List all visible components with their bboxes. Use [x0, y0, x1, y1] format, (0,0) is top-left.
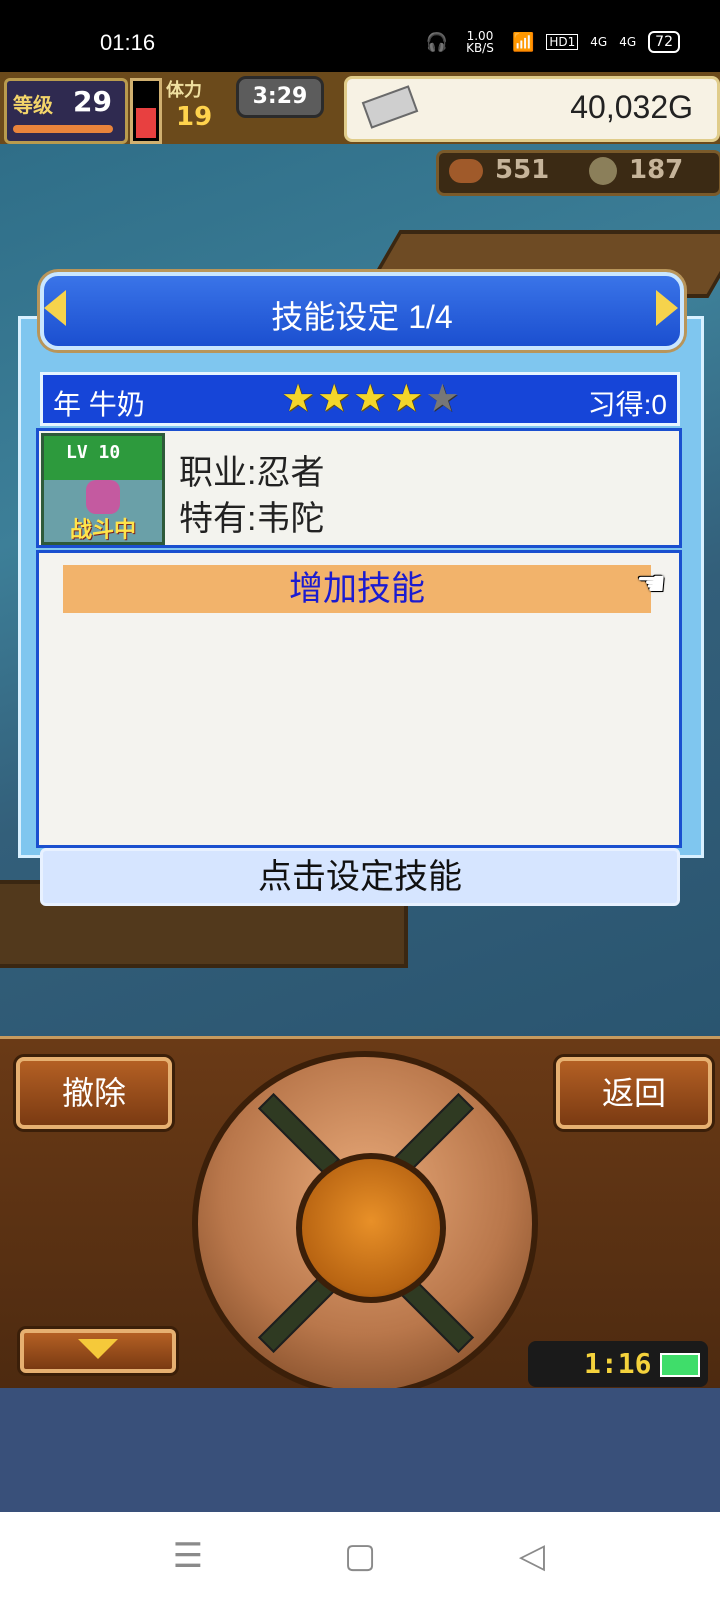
money-value: 40,032G [570, 89, 693, 125]
headphones-icon: 🎧 [425, 31, 448, 53]
dialog-header: 技能设定 1/4 [40, 272, 684, 350]
stamina-value: 19 [176, 102, 213, 132]
portrait-level: LV 10 [66, 442, 121, 463]
game-clock-time: 1:16 [584, 1347, 652, 1380]
navigation-bar: ☰ ▢ ◁ [0, 1512, 720, 1600]
dialog-title: 技能设定 1/4 [271, 299, 453, 335]
hd-badge: HD1 [546, 34, 579, 50]
star-icon: ★ [425, 376, 460, 420]
status-icons: 🎧 1.00 KB/S 📶 HD1 4G 4G 72 [426, 30, 680, 54]
home-icon[interactable]: ▢ [340, 1538, 380, 1574]
money-box: 40,032G [344, 76, 720, 142]
status-bar: 01:16 🎧 1.00 KB/S 📶 HD1 4G 4G 72 [0, 0, 720, 72]
net-speed: 1.00 KB/S [466, 29, 494, 55]
dpad[interactable] [192, 1051, 538, 1397]
battery-icon: 72 [648, 31, 680, 53]
money-icon [361, 85, 419, 129]
signal-icon: 4G [590, 35, 608, 49]
character-portrait: LV 10 战斗中 [41, 433, 165, 545]
add-skill-item[interactable]: 增加技能 [63, 565, 651, 613]
battery-icon [660, 1353, 700, 1377]
menu-icon[interactable]: ☰ [168, 1538, 208, 1574]
dpad-divider [257, 1092, 341, 1176]
wifi-icon: 📶 [511, 31, 535, 53]
ninja-sprite-icon [86, 480, 120, 514]
level-value: 29 [73, 85, 112, 118]
stamina-gauge [130, 78, 162, 144]
game-clock: 1:16 [528, 1341, 708, 1387]
character-special: 特有:韦陀 [179, 500, 325, 538]
signal-icon: 4G [619, 35, 637, 49]
resource-bar: 551 187 [436, 150, 720, 196]
remove-button[interactable]: 撤除 [16, 1057, 172, 1129]
star-icon: ★ [389, 376, 424, 420]
control-panel: 撤除 返回 1:16 [0, 1036, 720, 1397]
material-value: 187 [629, 155, 684, 185]
portrait-status: 战斗中 [69, 518, 136, 543]
character-bar: 年 牛奶 ★ ★ ★ ★ ★ 习得:0 [40, 372, 680, 426]
stamina-label: 体力 [166, 80, 202, 101]
level-box: 等级 29 [4, 78, 128, 144]
empty-area [0, 1388, 720, 1512]
character-job: 职业:忍者 [179, 454, 325, 492]
arrow-right-icon[interactable] [656, 290, 678, 326]
skill-list: 增加技能 [36, 550, 682, 848]
food-icon [449, 159, 483, 183]
stamina-fill [136, 108, 156, 138]
game-hud: 等级 29 体力 19 3:29 40,032G [0, 72, 720, 147]
character-info[interactable]: LV 10 战斗中 职业:忍者 特有:韦陀 [36, 428, 682, 548]
rating-stars: ★ ★ ★ ★ ★ [281, 379, 459, 417]
level-label: 等级 [13, 93, 53, 117]
pointing-hand-icon: ☚ [636, 564, 667, 604]
star-icon: ★ [353, 376, 388, 420]
back-button[interactable]: 返回 [556, 1057, 712, 1129]
dpad-center-button[interactable] [296, 1153, 446, 1303]
material-icon [589, 157, 617, 185]
stamina-timer: 3:29 [236, 76, 324, 118]
character-name: 年 牛奶 [53, 389, 145, 420]
learned-count: 习得:0 [587, 389, 667, 420]
level-progress-bar [13, 125, 113, 133]
status-time: 01:16 [100, 30, 156, 55]
food-value: 551 [495, 155, 550, 185]
back-icon[interactable]: ◁ [512, 1538, 552, 1574]
star-icon: ★ [281, 376, 316, 420]
scroll-down-button[interactable] [20, 1329, 176, 1373]
hint-bar: 点击设定技能 [40, 848, 680, 906]
star-icon: ★ [317, 376, 352, 420]
down-arrow-icon [78, 1339, 118, 1359]
